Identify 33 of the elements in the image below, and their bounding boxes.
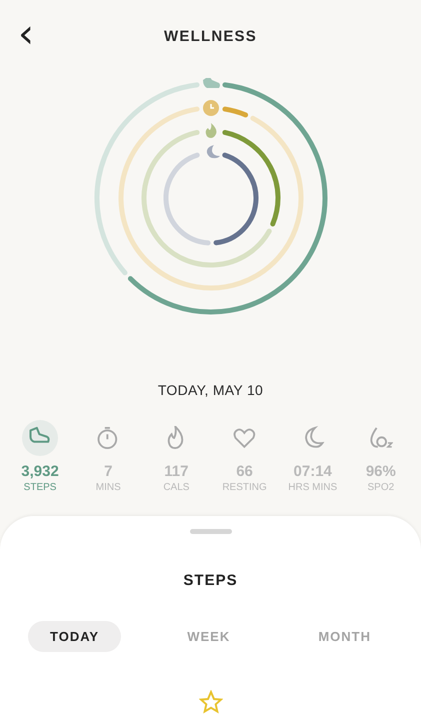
metric-label: STEPS: [24, 482, 56, 493]
metric-tab[interactable]: 3,932 STEPS: [7, 420, 74, 510]
metric-label: HRS MINS: [288, 482, 338, 493]
metric-value: 96%: [366, 463, 396, 480]
period-tab[interactable]: WEEK: [165, 621, 252, 652]
metric-value: 3,932: [21, 463, 59, 480]
metric-label: SPO2: [368, 482, 394, 493]
metric-value: 117: [164, 463, 188, 480]
metric-label: MINS: [96, 482, 121, 493]
shoe-icon: [202, 78, 220, 88]
drop-icon: [368, 426, 393, 450]
page-title: WELLNESS: [164, 28, 257, 44]
drag-handle[interactable]: [190, 529, 232, 534]
metric-tab[interactable]: 117 CALS: [143, 420, 210, 510]
metric-tab[interactable]: 07:14 HRS MINS: [280, 420, 346, 510]
metric-value: 7: [104, 463, 112, 480]
metric-label: CALS: [163, 482, 190, 493]
date-label: TODAY, MAY 10: [158, 382, 264, 398]
heart-icon: [232, 426, 257, 450]
metric-tab[interactable]: 66 RESTING: [212, 420, 278, 510]
back-button[interactable]: ‹: [12, 14, 40, 54]
metric-value: 66: [236, 463, 253, 480]
metric-tab[interactable]: 7 MINS: [75, 420, 142, 510]
period-tab[interactable]: MONTH: [296, 621, 393, 652]
metric-tab[interactable]: 96% SPO2: [348, 420, 414, 510]
flame-icon: [205, 123, 216, 138]
period-tab[interactable]: TODAY: [28, 621, 122, 652]
star-icon: [198, 690, 222, 714]
metric-value: 07:14: [294, 463, 332, 480]
sheet-title: STEPS: [182, 572, 239, 589]
clock-icon: [202, 100, 218, 116]
moon-icon: [206, 145, 220, 158]
metric-label: RESTING: [222, 482, 267, 493]
